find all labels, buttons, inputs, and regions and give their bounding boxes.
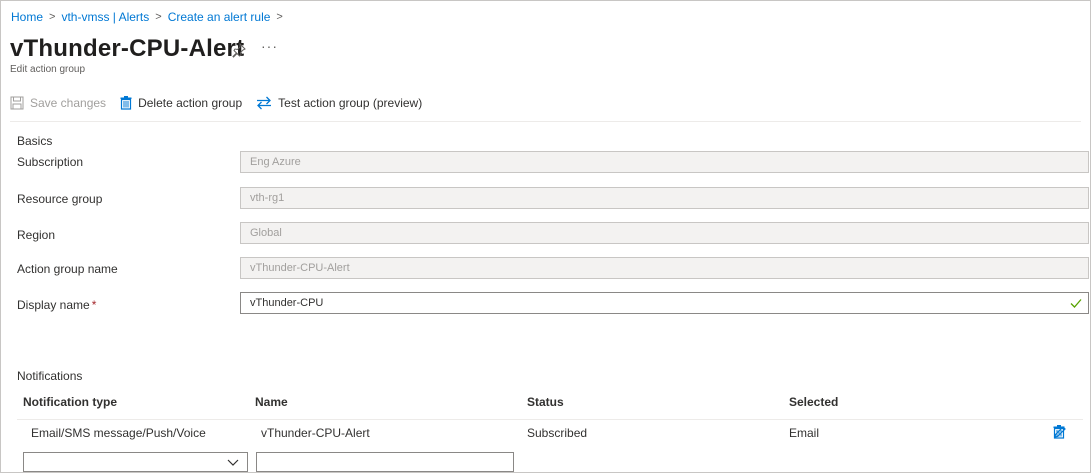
- region-field: Global: [240, 222, 1089, 244]
- display-name-value: vThunder-CPU: [250, 297, 324, 309]
- chevron-down-icon: [227, 459, 239, 466]
- breadcrumb-home[interactable]: Home: [11, 10, 43, 24]
- subscription-label: Subscription: [17, 155, 84, 169]
- notification-status-cell: Subscribed: [527, 426, 588, 440]
- resource-group-field: vth-rg1: [240, 187, 1089, 209]
- notification-type-dropdown[interactable]: [23, 452, 248, 472]
- test-action-group-button[interactable]: Test action group (preview): [256, 96, 422, 110]
- page-title: vThunder-CPU-Alert: [10, 35, 245, 62]
- checkmark-icon: [1070, 297, 1082, 309]
- breadcrumb-alerts[interactable]: vth-vmss | Alerts: [61, 10, 149, 24]
- breadcrumb: Home > vth-vmss | Alerts > Create an ale…: [11, 10, 283, 24]
- pin-icon[interactable]: [231, 42, 247, 58]
- subscription-field: Eng Azure: [240, 151, 1089, 173]
- basics-section-heading: Basics: [17, 134, 53, 148]
- notifications-table-header: Notification type Name Status Selected: [23, 395, 1083, 417]
- notification-selected-cell: Email: [789, 426, 820, 440]
- save-changes-button[interactable]: Save changes: [10, 96, 106, 110]
- save-icon: [10, 96, 24, 110]
- breadcrumb-separator: >: [155, 11, 162, 23]
- display-name-label: Display name *: [17, 298, 96, 312]
- column-header-notification-type: Notification type: [23, 395, 118, 409]
- more-options-button[interactable]: ···: [261, 38, 278, 54]
- column-header-status: Status: [527, 395, 564, 409]
- page-subtitle: Edit action group: [10, 64, 86, 75]
- test-arrows-icon: [256, 96, 272, 110]
- display-name-input[interactable]: vThunder-CPU: [240, 292, 1089, 314]
- display-name-label-text: Display name: [17, 298, 90, 312]
- notification-type-cell: Email/SMS message/Push/Voice: [31, 426, 206, 440]
- delete-icon: [120, 96, 132, 110]
- column-header-selected: Selected: [789, 395, 839, 409]
- table-header-divider: [17, 419, 1083, 420]
- trash-icon[interactable]: [1053, 425, 1065, 442]
- notification-name-cell: vThunder-CPU-Alert: [261, 426, 370, 440]
- command-bar: Save changes Delete action group Test ac…: [10, 92, 436, 114]
- notification-name-input[interactable]: [256, 452, 514, 472]
- resource-group-label: Resource group: [17, 192, 103, 206]
- toolbar-divider: [10, 121, 1081, 122]
- notifications-section-heading: Notifications: [17, 369, 83, 383]
- required-marker: *: [91, 298, 97, 312]
- column-header-name: Name: [255, 395, 288, 409]
- breadcrumb-create-alert-rule[interactable]: Create an alert rule: [168, 10, 271, 24]
- save-changes-label: Save changes: [30, 96, 107, 110]
- breadcrumb-separator: >: [49, 11, 56, 23]
- region-label: Region: [17, 228, 56, 242]
- table-row: Email/SMS message/Push/Voice vThunder-CP…: [23, 425, 1083, 444]
- test-action-group-label: Test action group (preview): [278, 96, 423, 110]
- action-group-name-label: Action group name: [17, 262, 118, 276]
- action-group-name-field: vThunder-CPU-Alert: [240, 257, 1089, 279]
- delete-action-group-label: Delete action group: [138, 96, 243, 110]
- delete-action-group-button[interactable]: Delete action group: [120, 96, 242, 110]
- breadcrumb-separator: >: [276, 11, 283, 23]
